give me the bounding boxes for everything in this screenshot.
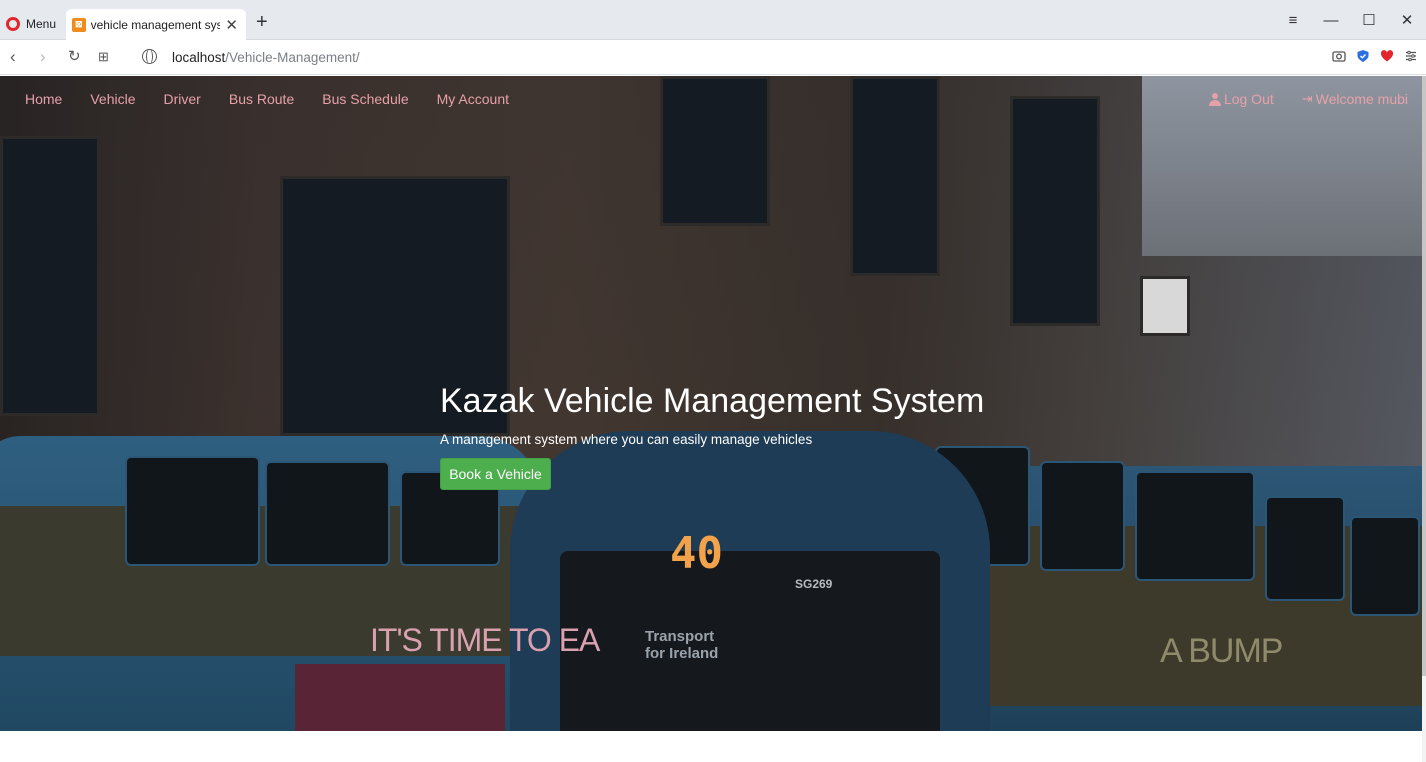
welcome-link[interactable]: ⇥ Welcome mubi — [1302, 91, 1408, 107]
site-info-globe-icon[interactable] — [142, 48, 157, 64]
advert-text: IT'S TIME TO EA — [370, 622, 600, 658]
browser-tabbar: Menu ⊠ vehicle management system ✕ + ≡ —… — [0, 0, 1426, 40]
hero-subtitle: A management system where you can easily… — [440, 432, 813, 447]
vpn-shield-icon[interactable] — [1356, 49, 1370, 63]
bus-window — [1350, 516, 1420, 616]
bus-center — [510, 431, 990, 731]
logout-label: Log Out — [1223, 91, 1274, 107]
user-icon — [1208, 92, 1221, 106]
speed-dial-icon[interactable]: ⊞ — [98, 48, 109, 66]
browser-tab[interactable]: ⊠ vehicle management system ✕ — [66, 9, 246, 40]
nav-home[interactable]: Home — [25, 91, 62, 107]
nav-links: Home Vehicle Driver Bus Route Bus Schedu… — [25, 91, 509, 107]
tab-title: vehicle management system — [90, 17, 221, 32]
bus-window — [265, 461, 390, 566]
bus-window — [1135, 471, 1255, 581]
url-host: localhost — [172, 50, 226, 65]
building-window — [0, 136, 100, 416]
bus-side-advert-text: A BUMP — [1160, 632, 1283, 670]
url-field[interactable]: localhost/Vehicle-Management/ — [172, 50, 360, 65]
log-in-icon: ⇥ — [1301, 91, 1313, 106]
nav-right: Log Out ⇥ Welcome mubi — [1208, 91, 1408, 107]
snapshot-camera-icon[interactable] — [1332, 49, 1346, 63]
nav-bus-route[interactable]: Bus Route — [229, 91, 294, 107]
bus-window — [1040, 461, 1125, 571]
book-vehicle-button[interactable]: Book a Vehicle — [440, 458, 551, 490]
tfi-line-2: for Ireland — [645, 645, 719, 662]
url-path: /Vehicle-Management/ — [225, 50, 360, 65]
xampp-favicon-icon: ⊠ — [72, 17, 86, 32]
bus-window — [125, 456, 260, 566]
maximize-icon[interactable]: ☐ — [1350, 0, 1388, 40]
heart-icon[interactable] — [1380, 49, 1394, 63]
hero-title: Kazak Vehicle Management System — [440, 382, 985, 420]
bus-registration: SG269 — [795, 577, 833, 591]
forward-icon[interactable]: › — [40, 48, 46, 66]
new-tab-icon[interactable]: + — [256, 12, 268, 32]
close-tab-icon[interactable]: ✕ — [225, 16, 238, 34]
logout-link[interactable]: Log Out — [1208, 91, 1274, 107]
minimize-icon[interactable]: — — [1312, 0, 1350, 40]
nav-vehicle[interactable]: Vehicle — [90, 91, 135, 107]
welcome-label: Welcome mubi — [1315, 91, 1408, 107]
tfi-line-1: Transport — [645, 628, 715, 645]
nav-bus-schedule[interactable]: Bus Schedule — [322, 91, 408, 107]
reload-icon[interactable]: ↻ — [68, 48, 81, 66]
browser-addressbar: ‹ › ↻ ⊞ localhost/Vehicle-Management/ — [0, 40, 1426, 75]
easy-setup-icon[interactable] — [1404, 49, 1418, 63]
nav-my-account[interactable]: My Account — [437, 91, 509, 107]
addressbar-right-icons — [1332, 49, 1418, 63]
browser-menu-label: Menu — [26, 17, 57, 31]
window-controls: ≡ — ☐ ✕ — [1274, 0, 1426, 40]
back-icon[interactable]: ‹ — [10, 48, 16, 66]
bus-window — [1265, 496, 1345, 601]
bus-route-number: 40 — [670, 528, 723, 579]
transport-for-ireland-logo: Transport for Ireland — [645, 628, 718, 662]
page-scrollbar[interactable] — [1422, 76, 1426, 762]
close-window-icon[interactable]: ✕ — [1388, 0, 1426, 40]
building-window — [1010, 96, 1100, 326]
advert-panel — [295, 664, 505, 731]
tab-menu-icon[interactable]: ≡ — [1274, 0, 1312, 40]
opera-logo-icon — [6, 17, 20, 31]
nav-driver[interactable]: Driver — [164, 91, 201, 107]
browser-menu-button[interactable]: Menu — [6, 14, 56, 34]
building-window — [1140, 276, 1190, 336]
site-navbar: Home Vehicle Driver Bus Route Bus Schedu… — [0, 76, 1422, 122]
